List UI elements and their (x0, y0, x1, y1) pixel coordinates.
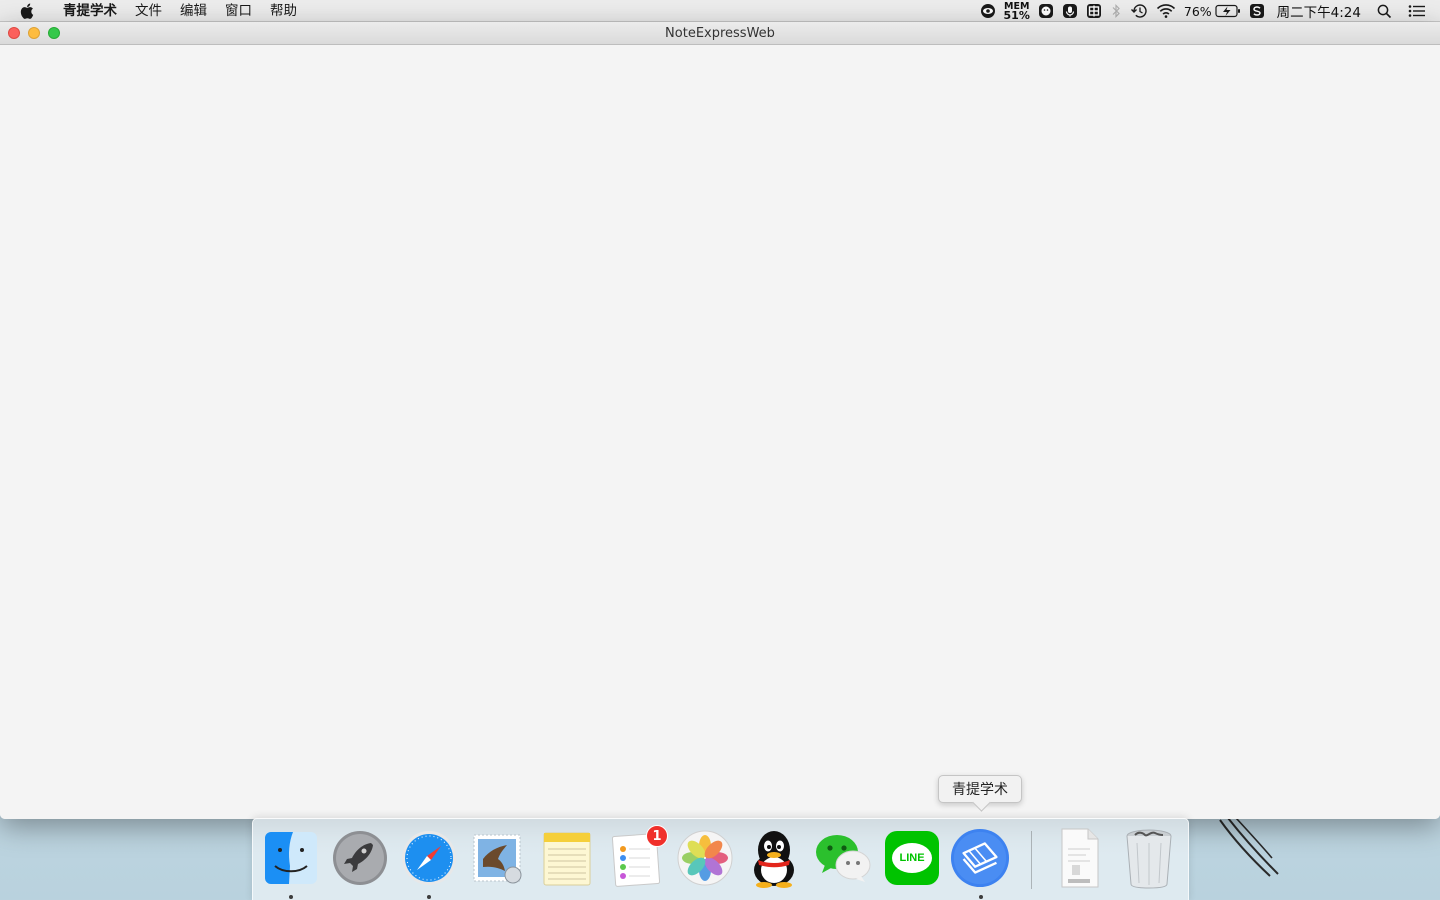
dock-item-line[interactable]: LINE (882, 827, 942, 889)
input-method-icon (1086, 4, 1101, 18)
bluetooth-icon (1112, 4, 1120, 18)
dock-item-document[interactable] (1049, 827, 1109, 889)
memory-monitor[interactable]: MEM 51% (1000, 0, 1034, 22)
input-method-item[interactable] (1082, 0, 1106, 22)
finder-icon (265, 832, 317, 884)
notification-center-item[interactable] (1400, 0, 1440, 22)
menu-file[interactable]: 文件 (126, 0, 171, 22)
dock-item-mail[interactable] (468, 827, 528, 889)
list-icon (1408, 5, 1425, 17)
dock-item-qq[interactable] (744, 827, 804, 889)
qingti-icon (950, 828, 1010, 888)
dock-item-photos[interactable] (675, 827, 735, 889)
photos-icon (677, 830, 733, 886)
safari-icon (402, 831, 456, 885)
line-bubble: LINE (892, 843, 932, 873)
dock-item-wechat[interactable] (813, 827, 873, 889)
menu-bar: 青提学术 文件 编辑 窗口 帮助 MEM 51% 76% 周二下午4:24 (0, 0, 1440, 22)
reminders-badge: 1 (646, 825, 668, 847)
wechat-icon (816, 835, 871, 882)
apple-menu[interactable] (0, 3, 54, 19)
spotlight-item[interactable] (1369, 0, 1400, 22)
eye-shield-icon (980, 4, 995, 18)
dock-item-finder[interactable] (261, 827, 321, 889)
dock-item-trash[interactable] (1119, 827, 1179, 889)
dock-item-launchpad[interactable] (330, 827, 390, 889)
app-status-item-2[interactable] (1058, 0, 1082, 22)
running-indicator-qingti (979, 895, 983, 899)
menu-clock[interactable]: 周二下午4:24 (1269, 0, 1369, 22)
running-indicator-safari (427, 895, 431, 899)
close-button[interactable] (8, 27, 20, 39)
dock: 1 LINE (252, 818, 1189, 900)
menu-app-name[interactable]: 青提学术 (54, 0, 126, 22)
line-label: LINE (899, 852, 925, 864)
menu-window[interactable]: 窗口 (216, 0, 261, 22)
document-icon (1061, 828, 1099, 888)
window-titlebar[interactable]: NoteExpressWeb (0, 22, 1440, 45)
window-controls (0, 27, 60, 39)
microphone-icon (1062, 4, 1077, 18)
app-status-item-1[interactable] (1034, 0, 1058, 22)
qq-icon (754, 831, 794, 888)
launchpad-icon (333, 831, 387, 885)
dock-tooltip: 青提学术 (938, 775, 1022, 803)
sogou-input-icon (1249, 4, 1264, 18)
vpn-status-item[interactable] (976, 0, 1000, 22)
mem-value: 51% (1003, 9, 1030, 22)
dock-item-safari[interactable] (399, 827, 459, 889)
face-icon (1038, 4, 1053, 18)
window-content (0, 45, 1440, 819)
search-icon (1377, 4, 1392, 18)
time-machine-item[interactable] (1126, 0, 1152, 22)
app-window: NoteExpressWeb (0, 22, 1440, 819)
trash-icon (1126, 829, 1172, 889)
bluetooth-item[interactable] (1106, 0, 1126, 22)
desktop-wallpaper-branch (1219, 818, 1279, 877)
notes-icon (543, 832, 591, 886)
status-bar: MEM 51% 76% 周二下午4:24 (976, 0, 1440, 22)
menu-edit[interactable]: 编辑 (171, 0, 216, 22)
battery-charging-icon (1215, 4, 1240, 18)
running-indicator-finder (289, 895, 293, 899)
battery-item[interactable]: 76% (1180, 0, 1245, 22)
wifi-icon (1156, 4, 1175, 18)
minimize-button[interactable] (28, 27, 40, 39)
battery-percent: 76% (1183, 3, 1212, 19)
sogou-item[interactable] (1245, 0, 1269, 22)
zoom-button[interactable] (48, 27, 60, 39)
dock-item-notes[interactable] (537, 827, 597, 889)
time-machine-icon (1130, 4, 1147, 18)
dock-item-reminders[interactable]: 1 (606, 825, 668, 889)
dock-separator (1031, 831, 1032, 889)
dock-item-qingti[interactable] (950, 827, 1010, 889)
line-icon: LINE (885, 831, 939, 885)
wifi-item[interactable] (1152, 0, 1180, 22)
mail-icon (473, 834, 522, 884)
apple-icon (20, 3, 34, 19)
window-title: NoteExpressWeb (665, 25, 775, 41)
menu-help[interactable]: 帮助 (261, 0, 306, 22)
